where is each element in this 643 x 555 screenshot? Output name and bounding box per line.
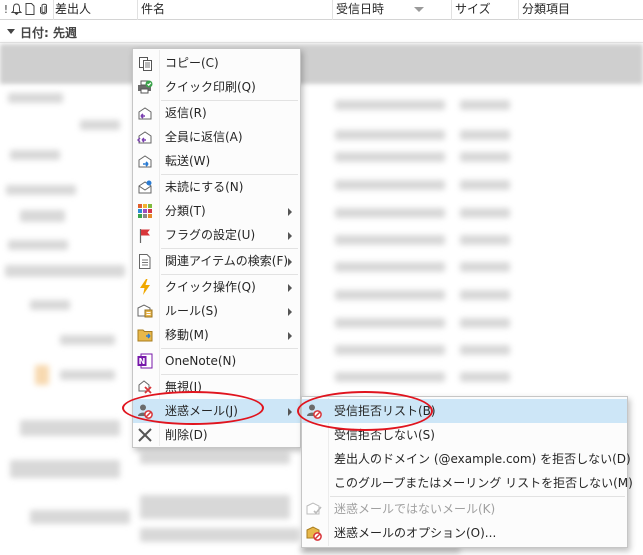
menu-item-quick-steps[interactable]: クイック操作(Q) xyxy=(133,275,300,299)
copy-icon xyxy=(137,55,153,71)
context-menu: コピー(C) クイック印刷(Q) 返信(R) 全員に返信(A) 転送(W) 未読… xyxy=(132,48,301,448)
selected-mail-row[interactable] xyxy=(0,44,643,84)
menu-item-label: 全員に返信(A) xyxy=(165,130,243,144)
menu-item-label: 移動(M) xyxy=(165,328,209,342)
categorize-icon xyxy=(137,203,153,219)
menu-item-categorize[interactable]: 分類(T) xyxy=(133,199,300,223)
menu-item-label: 削除(D) xyxy=(165,428,208,442)
menu-item-label: 迷惑メール(J) xyxy=(165,404,238,418)
menu-item-junk[interactable]: 迷惑メール(J) xyxy=(133,399,300,423)
menu-item-onenote[interactable]: N OneNote(N) xyxy=(133,349,300,373)
submenu-item-block-sender[interactable]: 受信拒否リスト(B) xyxy=(302,399,627,423)
document-icon[interactable] xyxy=(24,3,36,16)
junk-options-icon xyxy=(306,525,322,541)
sort-descending-icon xyxy=(414,7,424,12)
forward-icon xyxy=(137,153,153,169)
submenu-item-junk-options[interactable]: 迷惑メールのオプション(O)... xyxy=(302,521,627,545)
column-subject[interactable]: 件名 xyxy=(138,0,333,20)
column-from[interactable]: 差出人 xyxy=(52,0,138,20)
menu-item-label: OneNote(N) xyxy=(165,354,237,368)
group-header[interactable]: 日付: 先週 xyxy=(0,21,643,43)
not-junk-icon xyxy=(306,501,322,517)
mark-unread-icon xyxy=(137,179,153,195)
submenu-item-label: 迷惑メールではないメール(K) xyxy=(334,502,496,516)
submenu-item-label: 迷惑メールのオプション(O)... xyxy=(334,526,497,540)
menu-item-label: クイック印刷(Q) xyxy=(165,80,256,94)
bell-icon[interactable] xyxy=(10,3,22,16)
submenu-item-never-block-domain[interactable]: 差出人のドメイン (@example.com) を拒否しない(D) xyxy=(302,447,631,471)
menu-item-copy[interactable]: コピー(C) xyxy=(133,51,300,75)
submenu-item-not-junk: 迷惑メールではないメール(K) xyxy=(302,497,627,521)
collapse-caret-icon[interactable] xyxy=(7,29,15,34)
menu-item-label: 分類(T) xyxy=(165,204,206,218)
menu-item-label: 関連アイテムの検索(F) xyxy=(165,254,289,268)
submenu-arrow-icon xyxy=(288,308,292,316)
menu-item-find-related[interactable]: 関連アイテムの検索(F) xyxy=(133,249,300,273)
reply-all-icon xyxy=(137,129,153,145)
submenu-item-never-block-group[interactable]: このグループまたはメーリング リストを拒否しない(M) xyxy=(302,471,633,495)
menu-item-label: クイック操作(Q) xyxy=(165,280,256,294)
column-size-label: サイズ xyxy=(455,2,491,16)
submenu-arrow-icon xyxy=(288,284,292,292)
menu-item-mark-unread[interactable]: 未読にする(N) xyxy=(133,175,300,199)
block-sender-icon xyxy=(306,403,322,419)
column-header: ! 差出人 件名 受信日時 サイズ 分類項目 xyxy=(0,0,643,20)
menu-item-reply-all[interactable]: 全員に返信(A) xyxy=(133,125,300,149)
menu-item-move[interactable]: 移動(M) xyxy=(133,323,300,347)
group-label: 日付: 先週 xyxy=(20,26,77,40)
submenu-arrow-icon xyxy=(288,258,292,266)
menu-item-label: ルール(S) xyxy=(165,304,218,318)
flag-icon xyxy=(137,227,153,243)
menu-item-label: コピー(C) xyxy=(165,56,219,70)
importance-column[interactable]: ! xyxy=(2,3,10,16)
column-category-label: 分類項目 xyxy=(522,2,571,16)
column-from-label: 差出人 xyxy=(55,2,92,16)
menu-item-label: 未読にする(N) xyxy=(165,180,244,194)
column-size[interactable]: サイズ xyxy=(452,0,519,20)
submenu-item-never-block-sender[interactable]: 受信拒否しない(S) xyxy=(302,423,627,447)
junk-icon xyxy=(137,403,153,419)
print-icon xyxy=(137,79,153,95)
menu-item-quick-print[interactable]: クイック印刷(Q) xyxy=(133,75,300,99)
column-category[interactable]: 分類項目 xyxy=(519,0,643,20)
submenu-item-label: 受信拒否リスト(B) xyxy=(334,404,436,418)
delete-icon xyxy=(137,427,153,443)
menu-item-ignore[interactable]: 無視(I) xyxy=(133,375,300,399)
rules-icon xyxy=(137,303,153,319)
menu-item-label: 返信(R) xyxy=(165,106,207,120)
menu-item-label: 無視(I) xyxy=(165,380,202,394)
menu-item-rules[interactable]: ルール(S) xyxy=(133,299,300,323)
paperclip-icon[interactable] xyxy=(37,3,49,16)
quick-steps-icon xyxy=(137,279,153,295)
menu-item-flag[interactable]: フラグの設定(U) xyxy=(133,223,300,247)
submenu-arrow-icon xyxy=(288,232,292,240)
submenu-item-label: 受信拒否しない(S) xyxy=(334,428,435,442)
svg-text:N: N xyxy=(139,357,146,366)
menu-item-label: フラグの設定(U) xyxy=(165,228,256,242)
ignore-icon xyxy=(137,379,153,395)
column-received[interactable]: 受信日時 xyxy=(333,0,452,20)
column-received-label: 受信日時 xyxy=(336,2,385,16)
find-related-icon xyxy=(137,253,153,269)
submenu-arrow-icon xyxy=(288,332,292,340)
menu-item-label: 転送(W) xyxy=(165,154,211,168)
junk-submenu: 受信拒否リスト(B) 受信拒否しない(S) 差出人のドメイン (@example… xyxy=(301,396,633,548)
menu-item-delete[interactable]: 削除(D) xyxy=(133,423,300,447)
menu-item-forward[interactable]: 転送(W) xyxy=(133,149,300,173)
onenote-icon: N xyxy=(137,353,153,369)
submenu-item-label: 差出人のドメイン (@example.com) を拒否しない(D) xyxy=(334,452,631,466)
menu-item-reply[interactable]: 返信(R) xyxy=(133,101,300,125)
submenu-item-label: このグループまたはメーリング リストを拒否しない(M) xyxy=(334,476,633,490)
move-folder-icon xyxy=(137,327,153,343)
submenu-arrow-icon xyxy=(288,408,292,416)
reply-icon xyxy=(137,105,153,121)
submenu-arrow-icon xyxy=(288,208,292,216)
column-subject-label: 件名 xyxy=(141,2,166,16)
